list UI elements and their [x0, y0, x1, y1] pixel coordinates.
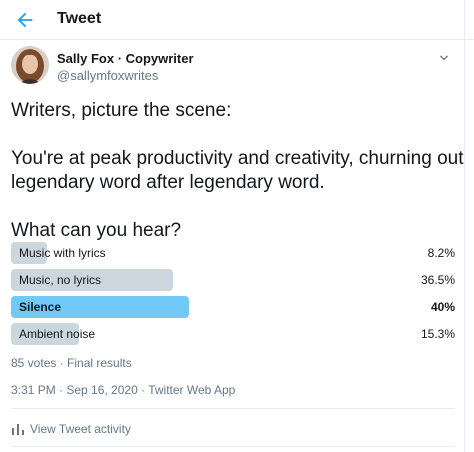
- tweet-text-line: legendary word after legendary word.: [11, 172, 325, 193]
- tweet-page: Tweet Sally Fox · Copywriter @sallymfoxw…: [0, 0, 474, 452]
- poll-option: Music, no lyrics 36.5%: [11, 269, 455, 291]
- page-title: Tweet: [57, 10, 102, 27]
- tweet-timestamp[interactable]: 3:31 PM · Sep 16, 2020 · Twitter Web App: [11, 383, 235, 397]
- tweet-text-line: What can you hear?: [11, 220, 182, 241]
- avatar[interactable]: [11, 46, 49, 84]
- divider: [11, 408, 455, 409]
- divider: [11, 446, 455, 447]
- poll: Music with lyrics 8.2% Music, no lyrics …: [11, 242, 455, 350]
- poll-option-label: Silence: [19, 300, 62, 314]
- view-activity-label: View Tweet activity: [30, 422, 131, 436]
- author-handle[interactable]: @sallymfoxwrites: [57, 68, 158, 83]
- column-divider: [464, 0, 465, 452]
- avatar-photo: [11, 46, 49, 84]
- tweet-text-gap: [11, 195, 456, 219]
- arrow-left-icon[interactable]: [14, 9, 36, 31]
- poll-option-winner: Silence 40%: [11, 296, 455, 318]
- tweet-text: Writers, picture the scene: You're at pe…: [11, 99, 464, 243]
- poll-option: Ambient noise 15.3%: [11, 323, 455, 345]
- chevron-down-icon[interactable]: [436, 50, 452, 66]
- poll-option-percent: 8.2%: [427, 246, 455, 260]
- author-name[interactable]: Sally Fox · Copywriter: [57, 51, 194, 66]
- poll-option-label: Music, no lyrics: [19, 273, 102, 287]
- tweet-text-gap: [11, 123, 456, 147]
- top-bar: Tweet: [0, 0, 474, 40]
- poll-meta: 85 votes · Final results: [11, 356, 132, 370]
- tweet-text-line: Writers, picture the scene:: [11, 100, 232, 121]
- poll-option-label: Music with lyrics: [19, 246, 106, 260]
- poll-option-percent: 40%: [430, 300, 455, 314]
- poll-option: Music with lyrics 8.2%: [11, 242, 455, 264]
- bar-chart-icon: [12, 424, 24, 435]
- poll-option-percent: 15.3%: [420, 327, 455, 341]
- poll-option-percent: 36.5%: [420, 273, 455, 287]
- tweet-text-line: You're at peak productivity and creativi…: [11, 148, 464, 169]
- poll-option-label: Ambient noise: [19, 327, 96, 341]
